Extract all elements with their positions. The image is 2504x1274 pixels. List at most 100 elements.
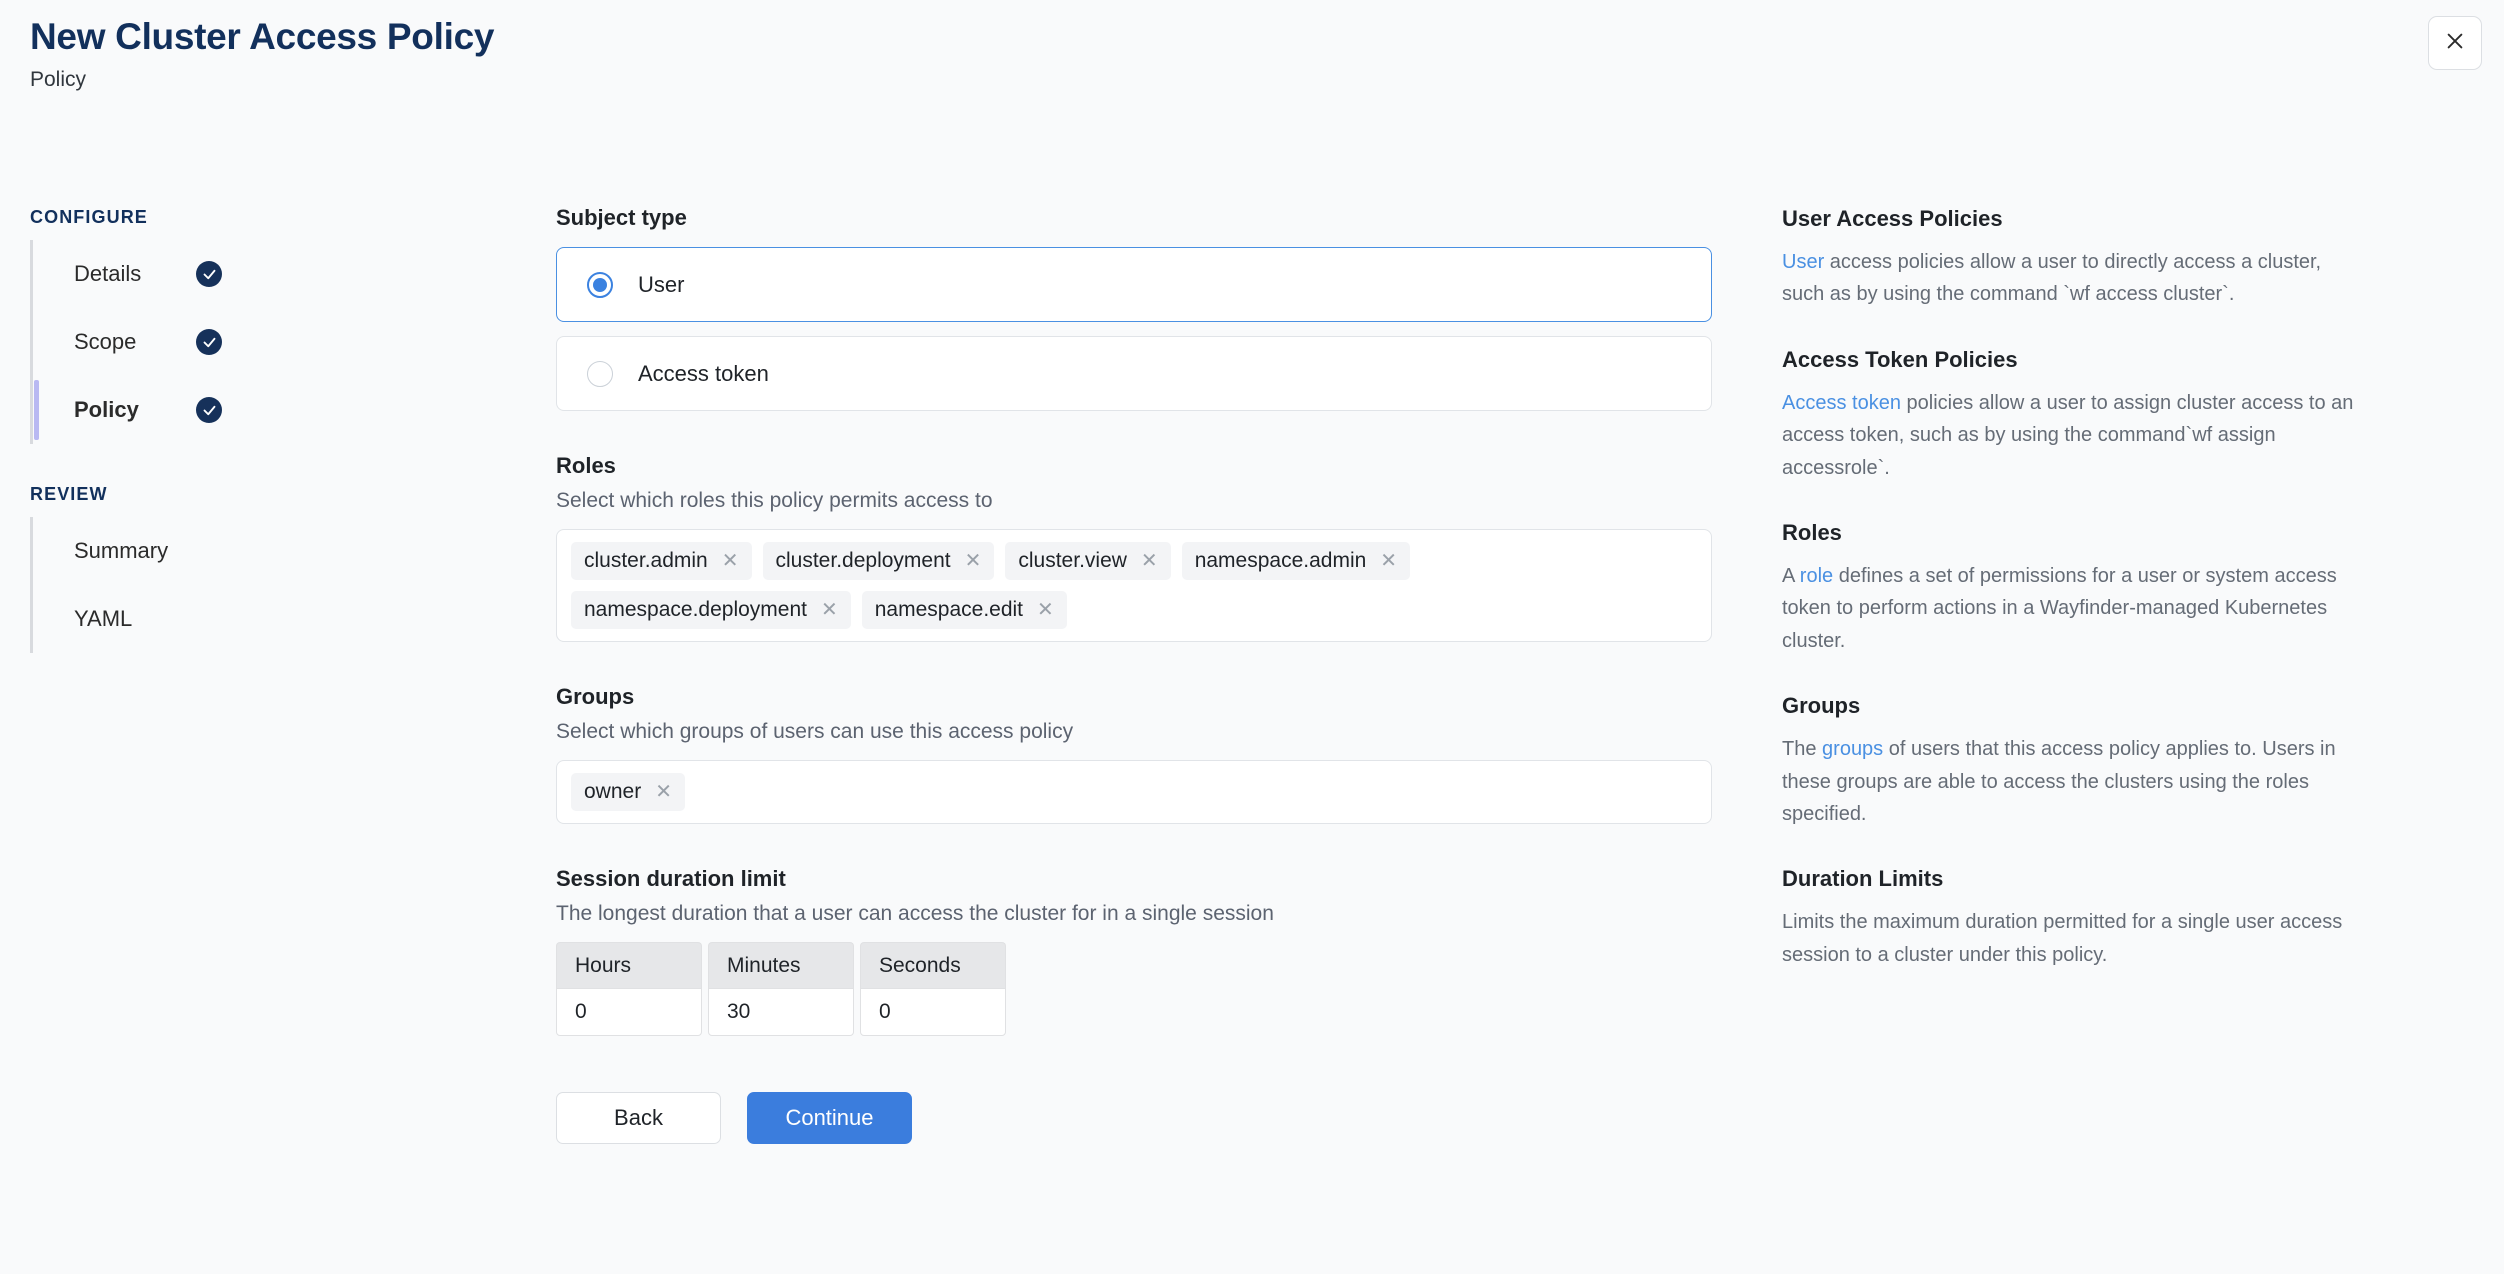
group-chip[interactable]: owner ✕ <box>571 773 685 812</box>
sidebar-section-review: REVIEW Summary YAML <box>30 484 330 653</box>
groups-help: Select which groups of users can use thi… <box>556 720 1074 744</box>
help-link-role[interactable]: role <box>1800 565 1833 587</box>
role-chip[interactable]: namespace.admin ✕ <box>1181 542 1411 581</box>
radio-option-access-token[interactable]: Access token <box>556 336 1712 411</box>
sidebar-item-summary[interactable]: Summary <box>34 517 330 585</box>
sidebar-item-yaml[interactable]: YAML <box>34 585 330 653</box>
check-circle-icon <box>196 397 222 423</box>
sidebar-item-label: Details <box>74 261 142 286</box>
help-link-groups[interactable]: groups <box>1822 738 1883 760</box>
radio-button-icon <box>587 360 613 387</box>
minutes-input[interactable] <box>708 988 854 1037</box>
sidebar-item-label: Policy <box>74 397 139 422</box>
role-chip[interactable]: cluster.admin ✕ <box>571 542 752 581</box>
check-circle-icon <box>196 261 222 287</box>
hours-input[interactable] <box>556 988 702 1037</box>
remove-chip-icon[interactable]: ✕ <box>1380 551 1397 571</box>
sidebar-item-label: Summary <box>74 538 169 563</box>
chip-label: cluster.admin <box>584 549 708 572</box>
sidebar-group-configure: Details Scope Policy <box>30 240 330 444</box>
sidebar-item-details[interactable]: Details <box>34 240 330 308</box>
page-title: New Cluster Access Policy <box>30 16 495 57</box>
chip-label: namespace.admin <box>1194 549 1367 572</box>
roles-help: Select which roles this policy permits a… <box>556 489 993 512</box>
remove-chip-icon[interactable]: ✕ <box>1037 600 1054 620</box>
chip-label: namespace.edit <box>874 598 1024 622</box>
roles-label: Roles <box>556 453 616 478</box>
session-duration-help: The longest duration that a user can acc… <box>556 902 1274 926</box>
sidebar-item-label: YAML <box>74 606 133 631</box>
continue-button[interactable]: Continue <box>747 1092 912 1145</box>
duration-header-minutes: Minutes <box>708 942 854 989</box>
duration-header-seconds: Seconds <box>860 942 1006 989</box>
sidebar-section-configure: CONFIGURE Details Scope Policy <box>30 207 330 444</box>
help-text: Limits the maximum duration permitted fo… <box>1782 911 2343 966</box>
help-body: User access policies allow a user to dir… <box>1782 246 2362 311</box>
page-header: New Cluster Access Policy Policy <box>30 14 494 92</box>
help-body: Limits the maximum duration permitted fo… <box>1782 906 2362 971</box>
help-link-access-token[interactable]: Access token <box>1782 392 1901 414</box>
sidebar-item-policy[interactable]: Policy <box>34 376 330 444</box>
help-body: Access token policies allow a user to as… <box>1782 387 2362 484</box>
remove-chip-icon[interactable]: ✕ <box>655 782 672 802</box>
session-duration-field: Session duration limit The longest durat… <box>556 866 1712 1037</box>
sidebar-item-scope[interactable]: Scope <box>34 308 330 376</box>
help-block-duration-limits: Duration Limits Limits the maximum durat… <box>1782 866 2362 971</box>
sidebar-section-title-configure: CONFIGURE <box>30 207 148 227</box>
remove-chip-icon[interactable]: ✕ <box>821 600 838 620</box>
subject-type-field: Subject type User Access token <box>556 205 1712 411</box>
chip-label: cluster.view <box>1018 549 1127 572</box>
duration-column-minutes: Minutes <box>708 942 854 1037</box>
help-block-access-token-policies: Access Token Policies Access token polic… <box>1782 347 2362 484</box>
radio-option-user[interactable]: User <box>556 247 1712 322</box>
help-title: Roles <box>1782 519 1842 545</box>
seconds-input[interactable] <box>860 988 1006 1037</box>
help-text-prefix: A <box>1782 564 1800 587</box>
subject-type-label: Subject type <box>556 205 687 230</box>
groups-field: Groups Select which groups of users can … <box>556 684 1712 825</box>
help-panel: User Access Policies User access policie… <box>1782 206 2362 1007</box>
duration-inputs: Hours Minutes Seconds <box>556 942 1712 1037</box>
remove-chip-icon[interactable]: ✕ <box>1141 551 1158 571</box>
help-body: The groups of users that this access pol… <box>1782 733 2362 830</box>
chip-label: namespace.deployment <box>584 598 807 622</box>
close-icon <box>2444 30 2466 57</box>
role-chip[interactable]: cluster.view ✕ <box>1005 542 1171 581</box>
role-chip[interactable]: namespace.edit ✕ <box>861 591 1067 630</box>
policy-form: Subject type User Access token Roles Sel… <box>556 205 1712 1145</box>
duration-column-seconds: Seconds <box>860 942 1006 1037</box>
help-title: Access Token Policies <box>1782 346 2018 372</box>
close-button[interactable] <box>2428 16 2482 70</box>
remove-chip-icon[interactable]: ✕ <box>722 551 739 571</box>
help-link-user[interactable]: User <box>1782 251 1824 273</box>
radio-option-label: User <box>638 271 685 297</box>
help-block-roles: Roles A role defines a set of permission… <box>1782 520 2362 657</box>
new-cluster-access-policy-wizard: New Cluster Access Policy Policy CONFIGU… <box>0 0 2504 1274</box>
groups-chip-input[interactable]: owner ✕ <box>556 760 1712 825</box>
help-title: Duration Limits <box>1782 866 1944 892</box>
sidebar-item-label: Scope <box>74 329 137 354</box>
radio-dot <box>593 277 607 292</box>
wizard-sidebar: CONFIGURE Details Scope Policy REVIEW Su… <box>30 207 330 693</box>
duration-column-hours: Hours <box>556 942 702 1037</box>
roles-chip-input[interactable]: cluster.admin ✕ cluster.deployment ✕ clu… <box>556 529 1712 643</box>
chip-label: cluster.deployment <box>775 549 951 572</box>
role-chip[interactable]: namespace.deployment ✕ <box>571 591 851 630</box>
help-title: Groups <box>1782 693 1861 719</box>
role-chip[interactable]: cluster.deployment ✕ <box>762 542 995 581</box>
roles-field: Roles Select which roles this policy per… <box>556 453 1712 643</box>
help-body: A role defines a set of permissions for … <box>1782 560 2362 657</box>
sidebar-group-review: Summary YAML <box>30 517 330 653</box>
sidebar-section-title-review: REVIEW <box>30 484 108 504</box>
back-button[interactable]: Back <box>556 1092 721 1145</box>
sidebar-rail <box>30 517 33 653</box>
chip-label: owner <box>584 780 642 804</box>
duration-header-hours: Hours <box>556 942 702 989</box>
page-subtitle: Policy <box>30 68 87 92</box>
remove-chip-icon[interactable]: ✕ <box>965 551 982 571</box>
check-circle-icon <box>196 329 222 355</box>
help-block-groups: Groups The groups of users that this acc… <box>1782 693 2362 830</box>
form-actions: Back Continue <box>556 1092 1712 1145</box>
help-text-prefix: The <box>1782 738 1823 761</box>
sidebar-rail <box>30 240 33 444</box>
